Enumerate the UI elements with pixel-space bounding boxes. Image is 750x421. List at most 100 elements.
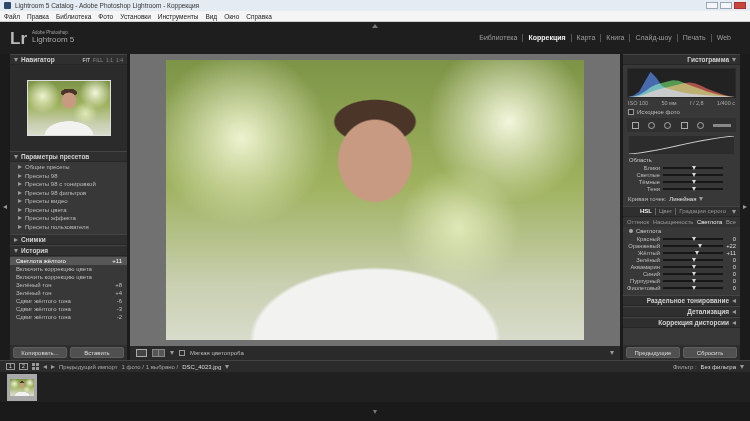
slider-knob[interactable] bbox=[692, 187, 696, 191]
reset-button[interactable]: Сбросить bbox=[683, 347, 737, 358]
menu-item[interactable]: Библиотека bbox=[56, 13, 91, 20]
snapshots-header[interactable]: Снимки bbox=[10, 234, 127, 245]
slider-track[interactable] bbox=[663, 259, 723, 261]
hsl-tab[interactable]: HSL bbox=[637, 208, 655, 215]
preset-folder[interactable]: Пресеты цвета bbox=[10, 206, 127, 215]
graduated-filter-icon[interactable] bbox=[681, 122, 688, 129]
tone-curve-icon[interactable] bbox=[629, 136, 734, 154]
panel-header[interactable]: Раздельное тонирование bbox=[623, 295, 740, 306]
paste-button[interactable]: Вставить bbox=[70, 347, 124, 358]
slider-track[interactable] bbox=[663, 188, 723, 190]
histogram-header[interactable]: Гистограмма bbox=[623, 54, 740, 65]
preset-folder[interactable]: Пресеты 98 фильтров bbox=[10, 189, 127, 198]
module-tab[interactable]: Библиотека bbox=[474, 34, 522, 42]
menu-item[interactable]: Фото bbox=[98, 13, 113, 20]
zoom-option[interactable]: 1:4 bbox=[116, 57, 123, 63]
menu-item[interactable]: Установки bbox=[120, 13, 151, 20]
brush-icon[interactable] bbox=[713, 124, 731, 127]
original-photo-checkbox[interactable] bbox=[628, 109, 634, 115]
history-step[interactable]: Зелёный тон+8 bbox=[10, 281, 127, 289]
slider-knob[interactable] bbox=[692, 286, 696, 290]
hsl-subtab[interactable]: Насыщенность bbox=[653, 219, 694, 225]
slider-track[interactable] bbox=[663, 174, 723, 176]
loupe-view-icon[interactable] bbox=[136, 349, 147, 357]
panel-header[interactable]: Коррекция дисторсии bbox=[623, 317, 740, 328]
collapse-top-icon[interactable] bbox=[372, 24, 378, 28]
menu-item[interactable]: Файл bbox=[4, 13, 20, 20]
red-eye-icon[interactable] bbox=[664, 122, 671, 129]
history-step[interactable]: Сдвиг жёлтого тона-3 bbox=[10, 305, 127, 313]
slider-knob[interactable] bbox=[692, 279, 696, 283]
menu-item[interactable]: Вид bbox=[205, 13, 217, 20]
slider-track[interactable] bbox=[663, 273, 723, 275]
preset-folder[interactable]: Пресеты видео bbox=[10, 197, 127, 206]
slider-track[interactable] bbox=[663, 287, 723, 289]
zoom-option[interactable]: FIT bbox=[83, 57, 91, 63]
slider-track[interactable] bbox=[663, 238, 723, 240]
slider-track[interactable] bbox=[663, 252, 723, 254]
slider-knob[interactable] bbox=[692, 272, 696, 276]
slider-knob[interactable] bbox=[692, 258, 696, 262]
navigator-header[interactable]: НавигаторFITFILL1:11:4 bbox=[10, 54, 127, 65]
source-label[interactable]: Предыдущий импорт bbox=[59, 364, 118, 370]
grid-view-icon[interactable] bbox=[32, 363, 39, 370]
history-step[interactable]: Включить коррекцию цвета bbox=[10, 273, 127, 281]
history-step[interactable]: Зелёный тон+4 bbox=[10, 289, 127, 297]
preset-folder[interactable]: Пресеты 98 bbox=[10, 172, 127, 181]
history-step[interactable]: Сдвиг жёлтого тона-6 bbox=[10, 297, 127, 305]
preset-folder[interactable]: Общие пресеты bbox=[10, 163, 127, 172]
hsl-subtab[interactable]: Все bbox=[726, 219, 736, 225]
minimize-button[interactable] bbox=[706, 2, 718, 9]
history-header[interactable]: История bbox=[10, 245, 127, 256]
module-tab[interactable]: Печать bbox=[677, 34, 711, 42]
slider-knob[interactable] bbox=[692, 180, 696, 184]
module-tab[interactable]: Web bbox=[711, 34, 736, 42]
maximize-button[interactable] bbox=[720, 2, 732, 9]
slider-track[interactable] bbox=[663, 280, 723, 282]
crop-icon[interactable] bbox=[632, 122, 639, 129]
target-adjust-icon[interactable] bbox=[629, 229, 633, 233]
slider-knob[interactable] bbox=[698, 244, 702, 248]
slider-track[interactable] bbox=[663, 266, 723, 268]
menu-item[interactable]: Правка bbox=[27, 13, 49, 20]
slider-track[interactable] bbox=[663, 181, 723, 183]
history-step[interactable]: Светлота жёлтого+11 bbox=[10, 257, 127, 265]
monitor-button[interactable]: 2 bbox=[19, 363, 28, 370]
menu-item[interactable]: Инструменты bbox=[158, 13, 199, 20]
presets-header[interactable]: Параметры пресетов bbox=[10, 151, 127, 162]
panel-header[interactable]: Детализация bbox=[623, 306, 740, 317]
slider-knob[interactable] bbox=[692, 237, 696, 241]
spot-removal-icon[interactable] bbox=[648, 122, 655, 129]
slider-knob[interactable] bbox=[692, 173, 696, 177]
zoom-option[interactable]: 1:1 bbox=[106, 57, 113, 63]
module-tab[interactable]: Слайд-шоу bbox=[629, 34, 676, 42]
point-curve-value[interactable]: Линейная bbox=[669, 196, 696, 202]
close-button[interactable] bbox=[734, 2, 746, 9]
preset-folder[interactable]: Пресеты пользователя bbox=[10, 223, 127, 232]
hsl-subtab[interactable]: Оттенок bbox=[627, 219, 649, 225]
collapse-bottom-icon[interactable] bbox=[373, 410, 377, 414]
module-tab[interactable]: Книга bbox=[600, 34, 629, 42]
menu-item[interactable]: Окно bbox=[224, 13, 239, 20]
slider-track[interactable] bbox=[663, 245, 723, 247]
monitor-button[interactable]: 1 bbox=[6, 363, 15, 370]
navigator-thumbnail[interactable] bbox=[27, 80, 111, 136]
hsl-subtab[interactable]: Светлота bbox=[697, 219, 722, 225]
before-after-icon[interactable] bbox=[152, 349, 165, 357]
module-tab[interactable]: Коррекция bbox=[522, 34, 570, 42]
slider-knob[interactable] bbox=[695, 251, 699, 255]
slider-knob[interactable] bbox=[692, 265, 696, 269]
history-step[interactable]: Сдвиг жёлтого тона-2 bbox=[10, 313, 127, 321]
filmstrip-cell[interactable] bbox=[7, 374, 37, 401]
filter-dropdown[interactable]: Без фильтра bbox=[701, 364, 736, 370]
radial-filter-icon[interactable] bbox=[697, 122, 704, 129]
preset-folder[interactable]: Пресеты 98 с тонировкой bbox=[10, 180, 127, 189]
slider-track[interactable] bbox=[663, 167, 723, 169]
hsl-tab[interactable]: Градации серого bbox=[675, 208, 729, 215]
module-tab[interactable]: Карта bbox=[571, 34, 601, 42]
slider-knob[interactable] bbox=[692, 166, 696, 170]
copy-button[interactable]: Копировать... bbox=[13, 347, 67, 358]
preset-folder[interactable]: Пресеты эффекта bbox=[10, 214, 127, 223]
hsl-tab[interactable]: Цвет bbox=[655, 208, 675, 215]
soft-proof-checkbox[interactable] bbox=[179, 350, 185, 356]
